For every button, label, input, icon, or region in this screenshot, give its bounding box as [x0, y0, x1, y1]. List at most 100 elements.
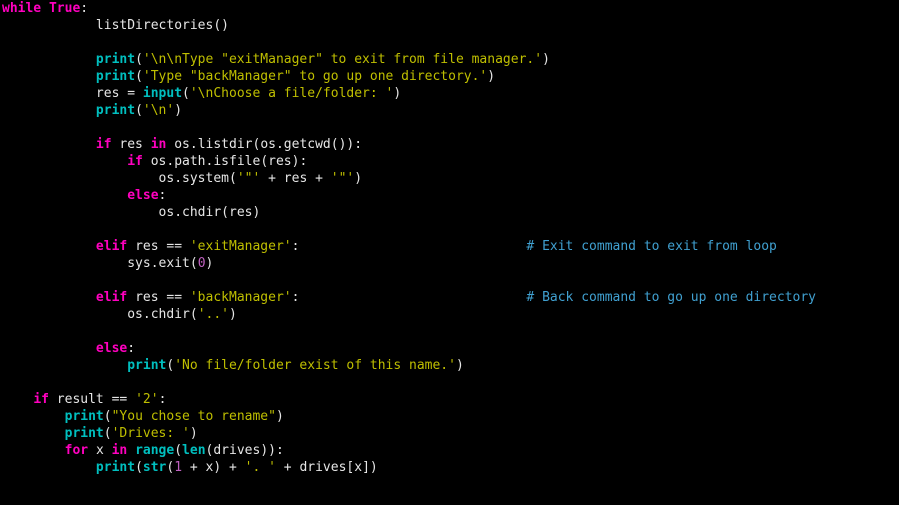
- code-token-obj: res: [119, 137, 142, 152]
- code-token-kw: elif: [96, 290, 127, 305]
- code-token-pun: .: [151, 256, 159, 271]
- code-token-str: '\n': [143, 103, 174, 118]
- code-token-str: 'Drives: ': [112, 426, 190, 441]
- code-token-pun: [2, 239, 96, 254]
- code-token-pun: ==: [159, 290, 190, 305]
- code-token-pun: (: [190, 256, 198, 271]
- code-token-pun: ): [174, 103, 182, 118]
- code-token-obj: chdir: [182, 205, 221, 220]
- code-token-pun: (: [174, 443, 182, 458]
- code-line: elif res == 'exitManager': # Exit comman…: [2, 239, 777, 254]
- code-token-pun: .: [174, 205, 182, 220]
- code-token-pun: (: [104, 409, 112, 424]
- code-token-pun: =: [119, 86, 142, 101]
- code-token-pun: [2, 392, 33, 407]
- code-token-num: 0: [198, 256, 206, 271]
- code-line: for x in range(len(drives)):: [2, 443, 284, 458]
- code-token-obj: listdir: [198, 137, 253, 152]
- code-token-obj: listDirectories: [96, 18, 213, 33]
- code-token-pun: ): [456, 358, 464, 373]
- code-token-call: print: [127, 358, 166, 373]
- code-token-pun: [2, 256, 127, 271]
- code-token-kw: in: [112, 443, 128, 458]
- code-token-obj: system: [182, 171, 229, 186]
- code-token-num: 1: [174, 460, 182, 475]
- code-token-pun: [2, 154, 127, 169]
- code-line: elif res == 'backManager': # Back comman…: [2, 290, 816, 305]
- code-token-pun: +: [260, 171, 283, 186]
- code-token-obj: os: [127, 307, 143, 322]
- code-token-call: print: [96, 103, 135, 118]
- code-token-pun: [2, 188, 127, 203]
- code-token-obj: os: [151, 154, 167, 169]
- code-token-call: input: [143, 86, 182, 101]
- code-token-obj: sys: [127, 256, 150, 271]
- code-token-pun: [2, 86, 96, 101]
- code-token-pun: (): [213, 18, 229, 33]
- code-line: os.chdir('..'): [2, 307, 237, 322]
- code-token-pun: [2, 426, 65, 441]
- code-token-pun: .: [174, 171, 182, 186]
- code-token-kw: in: [151, 137, 167, 152]
- code-line: if os.path.isfile(res):: [2, 154, 307, 169]
- code-token-pun: [127, 443, 135, 458]
- code-token-pun: [2, 52, 96, 67]
- code-token-pun: (: [135, 69, 143, 84]
- code-token-obj: res: [284, 171, 307, 186]
- code-token-pun: (: [229, 171, 237, 186]
- code-token-str: 'exitManager': [190, 239, 292, 254]
- code-token-kw: elif: [96, 239, 127, 254]
- code-token-pun: ) +: [213, 460, 244, 475]
- code-token-call: print: [96, 52, 135, 67]
- code-token-pun: +: [307, 171, 330, 186]
- code-token-pun: [2, 307, 127, 322]
- code-token-str: 'backManager': [190, 290, 292, 305]
- code-token-pun: [49, 392, 57, 407]
- code-token-obj: os: [159, 171, 175, 186]
- code-token-pun: (: [190, 307, 198, 322]
- code-token-cmt: # Exit command to exit from loop: [526, 239, 776, 254]
- code-line: else:: [2, 188, 166, 203]
- code-token-pun: [2, 205, 159, 220]
- code-token-kw: for: [65, 443, 88, 458]
- code-token-obj: x: [354, 460, 362, 475]
- code-token-pun: .: [143, 307, 151, 322]
- code-token-pun: :: [159, 188, 167, 203]
- code-token-kw: if: [96, 137, 112, 152]
- code-token-obj: res: [268, 154, 291, 169]
- code-token-pun: [2, 103, 96, 118]
- code-token-pun: ):: [292, 154, 308, 169]
- code-token-pun: [2, 460, 96, 475]
- code-token-obj: os: [159, 205, 175, 220]
- code-line: listDirectories(): [2, 18, 229, 33]
- code-token-pun: (: [104, 426, 112, 441]
- code-token-call: print: [96, 460, 135, 475]
- code-token-pun: ): [206, 256, 214, 271]
- code-token-pun: .: [190, 137, 198, 152]
- code-token-pun: ==: [104, 392, 135, 407]
- code-token-str: 'Type "backManager" to go up one directo…: [143, 69, 487, 84]
- code-token-str: '"': [331, 171, 354, 186]
- code-token-kw: if: [33, 392, 49, 407]
- code-token-call: range: [135, 443, 174, 458]
- code-token-pun: (: [182, 86, 190, 101]
- code-token-kw: else: [127, 188, 158, 203]
- code-token-obj: getcwd: [284, 137, 331, 152]
- code-token-str: 'No file/folder exist of this name.': [174, 358, 456, 373]
- code-token-pun: +: [182, 460, 205, 475]
- code-line: else:: [2, 341, 135, 356]
- code-token-pun: [2, 409, 65, 424]
- code-token-str: '\nChoose a file/folder: ': [190, 86, 394, 101]
- code-token-obj: os: [174, 137, 190, 152]
- code-line: print("You chose to rename"): [2, 409, 284, 424]
- code-token-pun: ): [393, 86, 401, 101]
- code-token-pun: ==: [159, 239, 190, 254]
- code-token-pun: [88, 443, 96, 458]
- code-token-str: '. ': [245, 460, 276, 475]
- code-token-call: print: [65, 426, 104, 441]
- code-line: print('\n'): [2, 103, 182, 118]
- code-token-str: '2': [135, 392, 158, 407]
- code-token-obj: drives: [299, 460, 346, 475]
- code-editor-content[interactable]: while True: listDirectories() print('\n\…: [0, 0, 899, 476]
- code-token-pun: [299, 239, 526, 254]
